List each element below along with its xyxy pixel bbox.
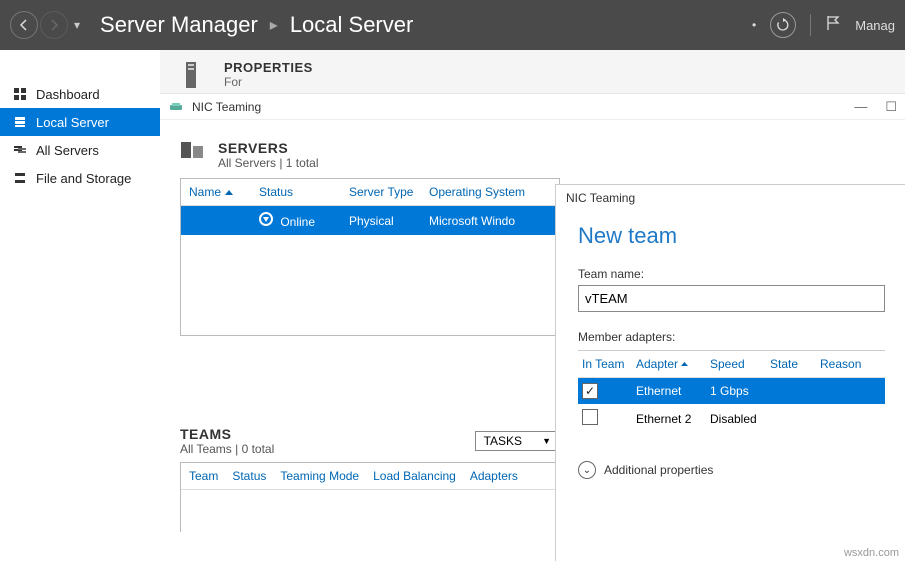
- new-team-heading: New team: [578, 223, 885, 249]
- adapter-name: Ethernet: [636, 384, 700, 398]
- nic-teaming-titlebar: NIC Teaming — ☐: [160, 94, 905, 120]
- chevron-down-icon: ⌄: [578, 461, 596, 479]
- teams-title: TEAMS: [180, 426, 274, 442]
- back-button[interactable]: [10, 11, 38, 39]
- teams-grid: Team Status Teaming Mode Load Balancing …: [180, 462, 560, 532]
- servers-sub: All Servers | 1 total: [218, 156, 319, 170]
- titlebar-right: • Manag: [752, 12, 895, 38]
- breadcrumb: Server Manager ▸ Local Server: [100, 12, 413, 38]
- properties-title: PROPERTIES: [224, 60, 313, 75]
- teams-sub: All Teams | 0 total: [180, 442, 274, 456]
- history-dropdown-icon[interactable]: ▾: [74, 18, 80, 32]
- col-lb[interactable]: Load Balancing: [373, 469, 456, 483]
- online-status-icon: [259, 212, 273, 226]
- adapter-row[interactable]: ✓ Ethernet 1 Gbps: [578, 378, 885, 404]
- breadcrumb-current: Local Server: [290, 12, 414, 38]
- col-speed[interactable]: Speed: [710, 357, 760, 371]
- sidebar-item-local-server[interactable]: Local Server: [0, 108, 160, 136]
- col-mode[interactable]: Teaming Mode: [280, 469, 359, 483]
- teams-grid-header: Team Status Teaming Mode Load Balancing …: [181, 463, 559, 490]
- properties-text: PROPERTIES For: [224, 60, 313, 89]
- server-type: Physical: [349, 214, 429, 228]
- col-team[interactable]: Team: [189, 469, 218, 483]
- col-state[interactable]: State: [770, 357, 810, 371]
- servers-icon: [12, 142, 28, 158]
- team-name-label: Team name:: [578, 267, 885, 281]
- window-controls: — ☐: [854, 99, 897, 115]
- server-icon: [12, 114, 28, 130]
- adapter-row[interactable]: Ethernet 2 Disabled: [578, 404, 885, 433]
- col-status[interactable]: Status: [259, 185, 349, 199]
- team-name-input[interactable]: [578, 285, 885, 312]
- titlebar: ▾ Server Manager ▸ Local Server • Manag: [0, 0, 905, 50]
- bullet-icon: •: [752, 18, 756, 32]
- manage-menu[interactable]: Manag: [855, 18, 895, 33]
- col-type[interactable]: Server Type: [349, 185, 429, 199]
- col-inteam[interactable]: In Team: [582, 357, 626, 371]
- col-os[interactable]: Operating System: [429, 185, 551, 199]
- servers-grid-header: Name Status Server Type Operating System: [181, 179, 559, 206]
- adapter-speed: 1 Gbps: [710, 384, 760, 398]
- maximize-button[interactable]: ☐: [885, 99, 897, 115]
- sidebar: Dashboard Local Server All Servers File …: [0, 50, 160, 561]
- separator: [810, 14, 811, 36]
- sidebar-item-label: File and Storage: [36, 171, 131, 186]
- servers-title: SERVERS: [218, 140, 319, 156]
- nav-arrows: ▾: [10, 11, 80, 39]
- watermark: wsxdn.com: [844, 547, 899, 559]
- storage-icon: [12, 170, 28, 186]
- nic-teaming-title: NIC Teaming: [192, 100, 261, 114]
- teams-section: TEAMS All Teams | 0 total TASKS Team Sta…: [180, 426, 560, 532]
- sidebar-item-label: Dashboard: [36, 87, 100, 102]
- refresh-button[interactable]: [770, 12, 796, 38]
- main: Dashboard Local Server All Servers File …: [0, 50, 905, 561]
- new-team-body: New team Team name: Member adapters: In …: [556, 211, 905, 491]
- servers-header: SERVERS All Servers | 1 total: [180, 140, 885, 170]
- adapter-speed: Disabled: [710, 412, 760, 426]
- additional-properties-toggle[interactable]: ⌄ Additional properties: [578, 461, 885, 479]
- sidebar-item-file-storage[interactable]: File and Storage: [0, 164, 160, 192]
- sidebar-item-label: Local Server: [36, 115, 109, 130]
- properties-for: For: [224, 75, 313, 89]
- servers-section-icon: [180, 140, 208, 162]
- flag-icon[interactable]: [825, 15, 841, 36]
- server-row[interactable]: Online Physical Microsoft Windo: [181, 206, 559, 235]
- forward-button[interactable]: [40, 11, 68, 39]
- sidebar-item-all-servers[interactable]: All Servers: [0, 136, 160, 164]
- col-adapters[interactable]: Adapters: [470, 469, 518, 483]
- server-status: Online: [259, 212, 349, 229]
- adapter-checkbox[interactable]: [582, 409, 598, 425]
- members-label: Member adapters:: [578, 330, 885, 344]
- breadcrumb-root[interactable]: Server Manager: [100, 12, 258, 38]
- adapter-grid: In Team Adapter Speed State Reason ✓ Eth…: [578, 350, 885, 433]
- properties-band: PROPERTIES For: [160, 50, 905, 94]
- nic-teaming-window: NIC Teaming — ☐ SERVERS All Servers | 1 …: [160, 94, 905, 561]
- sidebar-item-dashboard[interactable]: Dashboard: [0, 80, 160, 108]
- minimize-button[interactable]: —: [854, 99, 867, 115]
- chevron-right-icon: ▸: [270, 15, 278, 35]
- server-os: Microsoft Windo: [429, 214, 551, 228]
- adapter-checkbox[interactable]: ✓: [582, 383, 598, 399]
- col-reason[interactable]: Reason: [820, 357, 881, 371]
- server-tower-icon: [180, 60, 210, 90]
- nic-teaming-icon: [168, 99, 184, 115]
- dashboard-icon: [12, 86, 28, 102]
- adapter-grid-header: In Team Adapter Speed State Reason: [578, 351, 885, 378]
- tasks-dropdown[interactable]: TASKS: [475, 431, 560, 451]
- new-team-titlebar: NIC Teaming: [556, 185, 905, 211]
- adapter-name: Ethernet 2: [636, 412, 700, 426]
- servers-grid: Name Status Server Type Operating System…: [180, 178, 560, 336]
- col-adapter[interactable]: Adapter: [636, 357, 700, 371]
- col-status[interactable]: Status: [232, 469, 266, 483]
- col-name[interactable]: Name: [189, 185, 259, 199]
- sidebar-item-label: All Servers: [36, 143, 99, 158]
- new-team-dialog: NIC Teaming New team Team name: Member a…: [555, 184, 905, 561]
- content: PROPERTIES For NIC Teaming — ☐: [160, 50, 905, 561]
